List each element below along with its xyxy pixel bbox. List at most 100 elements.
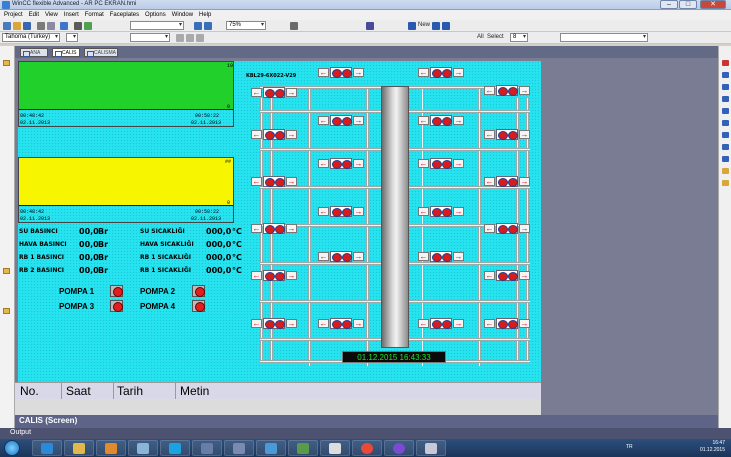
copy-icon[interactable]: [47, 22, 55, 30]
valve-icon[interactable]: [496, 318, 518, 329]
tool-icon[interactable]: [722, 120, 729, 126]
size-dropdown[interactable]: 8: [510, 33, 528, 42]
valve-block[interactable]: ← →: [484, 176, 530, 187]
tool-icon[interactable]: [722, 72, 729, 78]
arrow-left-icon[interactable]: ←: [251, 224, 262, 233]
arrow-right-icon[interactable]: →: [519, 177, 530, 186]
arrow-right-icon[interactable]: →: [353, 68, 364, 77]
property-dropdown[interactable]: [560, 33, 648, 42]
valve-block[interactable]: ← →: [484, 129, 530, 140]
bold-icon[interactable]: [176, 34, 184, 42]
valve-block[interactable]: ← →: [251, 318, 297, 329]
valve-block[interactable]: ← →: [418, 67, 464, 78]
valve-icon[interactable]: [430, 318, 452, 329]
language-indicator[interactable]: TR: [626, 444, 633, 450]
tool-icon[interactable]: [722, 60, 729, 66]
tab-calis[interactable]: CALIS: [52, 48, 80, 57]
cut-icon[interactable]: [37, 22, 45, 30]
valve-block[interactable]: ← →: [484, 85, 530, 96]
valve-icon[interactable]: [330, 158, 352, 169]
arrow-right-icon[interactable]: →: [519, 86, 530, 95]
valve-icon[interactable]: [430, 67, 452, 78]
valve-block[interactable]: ← →: [318, 158, 364, 169]
pump-3-button[interactable]: [110, 300, 123, 312]
valve-block[interactable]: ← →: [251, 87, 297, 98]
arrow-left-icon[interactable]: ←: [418, 207, 429, 216]
valve-block[interactable]: ← →: [418, 115, 464, 126]
maximize-button[interactable]: □: [679, 0, 697, 9]
tab-calisma[interactable]: CALISMA: [84, 48, 118, 57]
new-label[interactable]: New: [418, 22, 430, 28]
arrow-left-icon[interactable]: ←: [484, 177, 495, 186]
zoom-in-icon[interactable]: [194, 22, 202, 30]
tool-icon[interactable]: [722, 156, 729, 162]
new-icon[interactable]: [3, 22, 11, 30]
style-dropdown[interactable]: [130, 33, 170, 42]
font-dropdown[interactable]: Tahoma (Turkey): [2, 33, 60, 42]
valve-icon[interactable]: [496, 223, 518, 234]
taskbar-ie[interactable]: [32, 440, 62, 456]
system-clock[interactable]: 16:47 01.12.2015: [700, 440, 725, 454]
taskbar-app[interactable]: [288, 440, 318, 456]
arrow-left-icon[interactable]: ←: [251, 271, 262, 280]
column-header-no[interactable]: No.: [20, 384, 39, 398]
valve-block[interactable]: ← →: [318, 115, 364, 126]
save-all-icon[interactable]: [442, 22, 450, 30]
align-icon[interactable]: [290, 22, 298, 30]
object-dropdown[interactable]: [130, 21, 184, 30]
output-label[interactable]: Output: [10, 429, 31, 436]
valve-block[interactable]: ← →: [318, 251, 364, 262]
arrow-left-icon[interactable]: ←: [418, 319, 429, 328]
arrow-left-icon[interactable]: ←: [484, 130, 495, 139]
arrow-left-icon[interactable]: ←: [251, 177, 262, 186]
trend-view-2[interactable]: ## 0 00:48:42 02.11.2013 00:50:22 02.11.…: [18, 157, 234, 223]
arrow-right-icon[interactable]: →: [286, 319, 297, 328]
arrow-right-icon[interactable]: →: [519, 224, 530, 233]
taskbar-skype[interactable]: [160, 440, 190, 456]
valve-icon[interactable]: [430, 158, 452, 169]
arrow-left-icon[interactable]: ←: [484, 224, 495, 233]
arrow-left-icon[interactable]: ←: [318, 116, 329, 125]
menu-project[interactable]: Project: [4, 10, 23, 20]
tool-icon[interactable]: [722, 144, 729, 150]
play-icon[interactable]: [432, 22, 440, 30]
valve-block[interactable]: ← →: [251, 129, 297, 140]
compile-icon[interactable]: [60, 22, 68, 30]
arrow-left-icon[interactable]: ←: [251, 88, 262, 97]
valve-icon[interactable]: [263, 318, 285, 329]
valve-block[interactable]: ← →: [318, 318, 364, 329]
valve-icon[interactable]: [430, 206, 452, 217]
arrow-left-icon[interactable]: ←: [318, 319, 329, 328]
pump-2-button[interactable]: [192, 285, 205, 297]
arrow-left-icon[interactable]: ←: [251, 130, 262, 139]
menu-view[interactable]: View: [45, 10, 58, 20]
taskbar-media[interactable]: [96, 440, 126, 456]
arrow-left-icon[interactable]: ←: [251, 319, 262, 328]
valve-block[interactable]: ← →: [318, 67, 364, 78]
valve-icon[interactable]: [496, 85, 518, 96]
arrow-right-icon[interactable]: →: [353, 207, 364, 216]
valve-block[interactable]: ← →: [318, 206, 364, 217]
arrow-right-icon[interactable]: →: [453, 252, 464, 261]
valve-icon[interactable]: [330, 115, 352, 126]
valve-block[interactable]: ← →: [251, 176, 297, 187]
valve-icon[interactable]: [430, 115, 452, 126]
arrow-right-icon[interactable]: →: [286, 130, 297, 139]
arrow-left-icon[interactable]: ←: [484, 271, 495, 280]
output-bar[interactable]: Output: [0, 428, 731, 439]
valve-icon[interactable]: [496, 176, 518, 187]
pump-1-button[interactable]: [110, 285, 123, 297]
column-header-tarih[interactable]: Tarih: [117, 384, 143, 398]
valve-icon[interactable]: [330, 318, 352, 329]
valve-block[interactable]: ← →: [418, 158, 464, 169]
taskbar-app[interactable]: [128, 440, 158, 456]
zoom-dropdown[interactable]: 75%: [226, 21, 266, 30]
valve-block[interactable]: ← →: [484, 270, 530, 281]
arrow-right-icon[interactable]: →: [286, 271, 297, 280]
pump-4-button[interactable]: [192, 300, 205, 312]
valve-icon[interactable]: [330, 67, 352, 78]
valve-icon[interactable]: [263, 270, 285, 281]
menu-insert[interactable]: Insert: [64, 10, 79, 20]
arrow-left-icon[interactable]: ←: [318, 159, 329, 168]
arrow-left-icon[interactable]: ←: [418, 116, 429, 125]
